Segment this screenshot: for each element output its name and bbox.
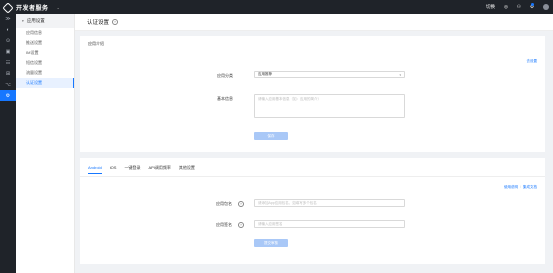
package-name-input[interactable]: 请添加App应用包名，如填写多个包名 — [254, 199, 405, 207]
rail-chart-icon[interactable]: ▣ — [0, 46, 16, 57]
rail-settings-icon[interactable]: ⚙ — [0, 90, 16, 101]
tab-one-click-login[interactable]: 一键登录 — [124, 165, 140, 174]
category-label: 应用分类 — [217, 73, 233, 78]
signature-label: 应用签名 — [216, 222, 232, 227]
help-icon[interactable]: ◎ — [504, 4, 508, 10]
rail-list-icon[interactable]: ☷ — [0, 57, 16, 68]
brand[interactable]: 开发者服务 ⌄ — [2, 1, 60, 14]
package-help-icon[interactable]: ? — [238, 201, 244, 207]
tab-android[interactable]: Android — [88, 165, 102, 174]
tab-api-rate[interactable]: API调用频率 — [148, 165, 170, 174]
sidebar-item-traffic[interactable]: 流量设置 — [16, 68, 74, 78]
submit-review-button[interactable]: 提交审核 — [254, 239, 288, 247]
signature-help-icon[interactable]: ? — [238, 222, 244, 228]
doc-links: 使用说明 / 集成文档 — [504, 185, 537, 190]
notification-icon[interactable]: ⚇ — [517, 4, 521, 10]
description-label: 基本信息 — [217, 96, 233, 101]
tab-divider — [80, 176, 545, 177]
project-switch-chevron-icon[interactable]: ⌄ — [57, 5, 60, 10]
card-title: 应用介绍 — [88, 41, 104, 46]
switch-link[interactable]: 切换 — [486, 4, 495, 10]
app-intro-card: 应用介绍 去设置 应用分类 应用推荐 ▾ 基本信息 请输入应用基本信息（如：应用… — [80, 36, 545, 152]
notification-badge — [531, 3, 534, 6]
package-name-label: 应用包名 — [216, 201, 232, 206]
sidebar-group-label: 应用设置 — [26, 18, 45, 23]
tab-other-settings[interactable]: 其他设置 — [179, 165, 195, 174]
sidebar-group-header[interactable]: ▾ 应用设置 — [16, 14, 74, 28]
go-settings-link[interactable]: 去设置 — [527, 59, 538, 64]
signature-input[interactable]: 请输入应用签名 — [254, 220, 405, 228]
help-icon[interactable]: ? — [112, 19, 119, 25]
sidebar-item-push[interactable]: 推送设置 — [16, 38, 74, 48]
rail-dashboard-icon[interactable]: ◐ — [0, 24, 16, 35]
platform-settings-card: Android iOS 一键登录 API调用频率 其他设置 使用说明 / 集成文… — [80, 158, 545, 264]
settings-sidebar: ▾ 应用设置 应用信息 推送设置 IM设置 短信设置 流量设置 认证设置 — [16, 14, 75, 273]
page-title: 认证设置 — [87, 20, 110, 26]
collapse-arrow-icon: ▾ — [22, 19, 24, 23]
avatar[interactable] — [543, 4, 549, 10]
chevron-down-icon: ▾ — [399, 72, 401, 77]
sidebar-item-im[interactable]: IM设置 — [16, 48, 74, 58]
description-textarea[interactable]: 请输入应用基本信息（如：应用的简介） — [254, 94, 405, 118]
platform-tabs: Android iOS 一键登录 API调用频率 其他设置 — [88, 165, 195, 174]
rail-grid-icon[interactable]: ⊞ — [0, 68, 16, 79]
sidebar-item-sms[interactable]: 短信设置 — [16, 58, 74, 68]
app-title: 开发者服务 — [16, 6, 49, 12]
link-separator: / — [520, 185, 521, 189]
rail-target-icon[interactable]: ⊙ — [0, 35, 16, 46]
usage-link[interactable]: 使用说明 — [504, 185, 518, 190]
tab-ios[interactable]: iOS — [110, 165, 117, 174]
save-button[interactable]: 保存 — [254, 132, 288, 140]
sidebar-item-auth[interactable]: 认证设置 — [16, 78, 74, 88]
rail-branch-icon[interactable]: ⌥ — [0, 79, 16, 90]
page-header: 认证设置 ? — [75, 14, 553, 31]
rail-expand-icon[interactable]: ≫ — [0, 14, 16, 24]
category-select[interactable]: 应用推荐 ▾ — [254, 71, 405, 78]
top-bar: 开发者服务 ⌄ 切换 ◎ ⚇ ⚙ — [0, 0, 553, 14]
category-value: 应用推荐 — [258, 72, 272, 76]
sidebar-item-app-info[interactable]: 应用信息 — [16, 28, 74, 38]
top-right-actions: 切换 ◎ ⚇ ⚙ — [486, 0, 549, 14]
integration-doc-link[interactable]: 集成文档 — [523, 185, 537, 190]
logo-icon — [2, 1, 14, 14]
icon-rail: ≫ ◐ ⊙ ▣ ☷ ⊞ ⌥ ⚙ — [0, 14, 16, 273]
